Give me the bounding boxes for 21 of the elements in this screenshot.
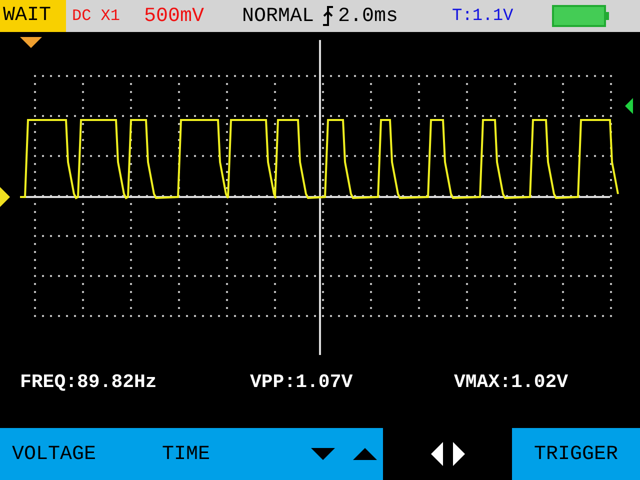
trigger-level-marker <box>625 98 633 114</box>
volts-per-div-label: 500mV <box>144 4 206 28</box>
right-arrow-icon[interactable] <box>452 441 466 467</box>
softkey[interactable]: TIME <box>150 442 300 466</box>
measurement-readout: VMAX:1.02V <box>454 371 568 393</box>
trigger-button[interactable]: TRIGGER <box>512 428 640 480</box>
battery-icon <box>552 5 610 27</box>
trigger-mode-label: NORMAL <box>242 4 314 28</box>
measurement-readout: VPP:1.07V <box>250 371 354 393</box>
ground-level-marker <box>0 187 10 207</box>
measurement-readout: FREQ:89.82Hz <box>20 371 158 393</box>
rising-edge-icon <box>322 5 334 27</box>
trigger-position-marker <box>20 37 42 48</box>
down-arrow-icon[interactable] <box>310 447 336 461</box>
run-state-label: WAIT <box>0 0 66 32</box>
up-arrow-icon[interactable] <box>352 447 378 461</box>
coupling-label: DC X1 <box>72 7 122 25</box>
trigger-level-label: T:1.1V <box>452 6 514 26</box>
timebase-label: 2.0ms <box>338 4 400 28</box>
left-arrow-icon[interactable] <box>430 441 444 467</box>
softkey[interactable]: VOLTAGE <box>0 442 150 466</box>
